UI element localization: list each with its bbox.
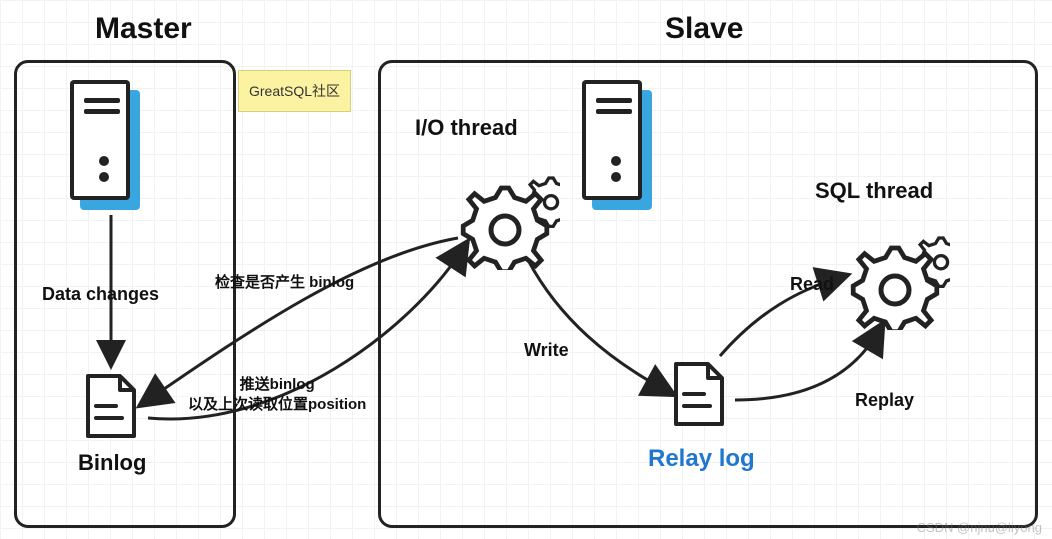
- read-label: Read: [790, 274, 834, 295]
- binlog-label: Binlog: [78, 450, 146, 476]
- master-title: Master: [95, 12, 192, 46]
- sql-thread-gears-icon: [830, 210, 950, 330]
- write-label: Write: [524, 340, 569, 361]
- relay-log-file-icon: [670, 360, 728, 430]
- replay-label: Replay: [855, 390, 914, 411]
- relay-log-label: Relay log: [648, 445, 755, 473]
- sql-thread-label: SQL thread: [815, 178, 933, 204]
- greatsql-badge: GreatSQL社区: [238, 70, 351, 112]
- binlog-file-icon: [82, 372, 140, 442]
- slave-server-icon: [582, 80, 652, 210]
- io-thread-gears-icon: [440, 150, 560, 270]
- master-server-icon: [70, 80, 140, 210]
- io-thread-label: I/O thread: [415, 115, 518, 141]
- check-binlog-annotation: 检查是否产生 binlog: [215, 273, 354, 293]
- watermark: CSDN @njnu@liyong: [917, 520, 1042, 535]
- slave-title: Slave: [665, 12, 743, 46]
- push-binlog-annotation: 推送binlog 以及上次读取位置position: [188, 375, 366, 416]
- data-changes-label: Data changes: [42, 284, 159, 305]
